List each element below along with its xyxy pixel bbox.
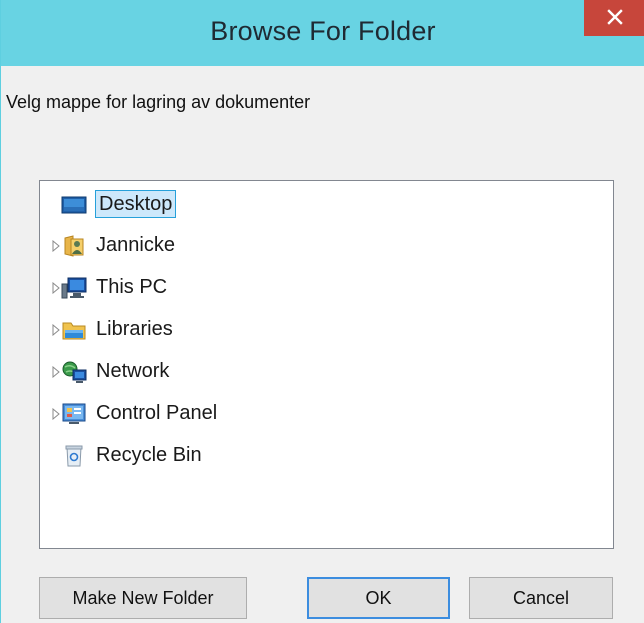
tree-item-network[interactable]: Network bbox=[40, 353, 240, 389]
dialog-prompt: Velg mappe for lagring av dokumenter bbox=[6, 92, 311, 112]
tree-item-jannicke[interactable]: Jannicke bbox=[40, 227, 240, 263]
tree-item-control-panel[interactable]: Control Panel bbox=[40, 395, 280, 431]
expand-arrow-icon[interactable] bbox=[52, 365, 60, 379]
tree-item-label: This PC bbox=[96, 276, 168, 298]
tree-item-label: Control Panel bbox=[96, 402, 218, 424]
title-bar[interactable]: Browse For Folder bbox=[1, 0, 644, 66]
control-panel-icon bbox=[61, 402, 87, 426]
computer-icon bbox=[61, 276, 87, 300]
desktop-icon bbox=[61, 193, 87, 217]
ok-button[interactable]: OK bbox=[307, 577, 450, 619]
close-button[interactable] bbox=[584, 0, 644, 36]
recycle-bin-icon bbox=[61, 444, 87, 468]
libraries-icon bbox=[61, 318, 87, 342]
window-title: Browse For Folder bbox=[210, 16, 436, 46]
cancel-button[interactable]: Cancel bbox=[469, 577, 613, 619]
expand-arrow-icon[interactable] bbox=[52, 281, 60, 295]
network-icon bbox=[61, 360, 87, 384]
folder-tree[interactable]: Desktop Jannicke This PC Libraries Netwo… bbox=[39, 180, 614, 549]
make-new-folder-button[interactable]: Make New Folder bbox=[39, 577, 247, 619]
close-icon bbox=[607, 9, 623, 25]
expand-arrow-icon[interactable] bbox=[52, 407, 60, 421]
expand-arrow-icon[interactable] bbox=[52, 323, 60, 337]
tree-item-label: Jannicke bbox=[96, 234, 175, 256]
browse-for-folder-dialog: Browse For Folder Velg mappe for lagring… bbox=[0, 0, 644, 623]
tree-item-this-pc[interactable]: This PC bbox=[40, 269, 240, 305]
tree-item-label: Network bbox=[96, 360, 170, 382]
expand-arrow-icon[interactable] bbox=[52, 239, 60, 253]
tree-item-desktop[interactable]: Desktop bbox=[40, 186, 240, 222]
tree-item-libraries[interactable]: Libraries bbox=[40, 311, 240, 347]
user-folder-icon bbox=[61, 234, 87, 258]
tree-item-label: Desktop bbox=[95, 190, 177, 218]
tree-item-label: Recycle Bin bbox=[96, 444, 202, 466]
tree-item-label: Libraries bbox=[96, 318, 173, 340]
tree-item-recycle-bin[interactable]: Recycle Bin bbox=[40, 437, 280, 473]
